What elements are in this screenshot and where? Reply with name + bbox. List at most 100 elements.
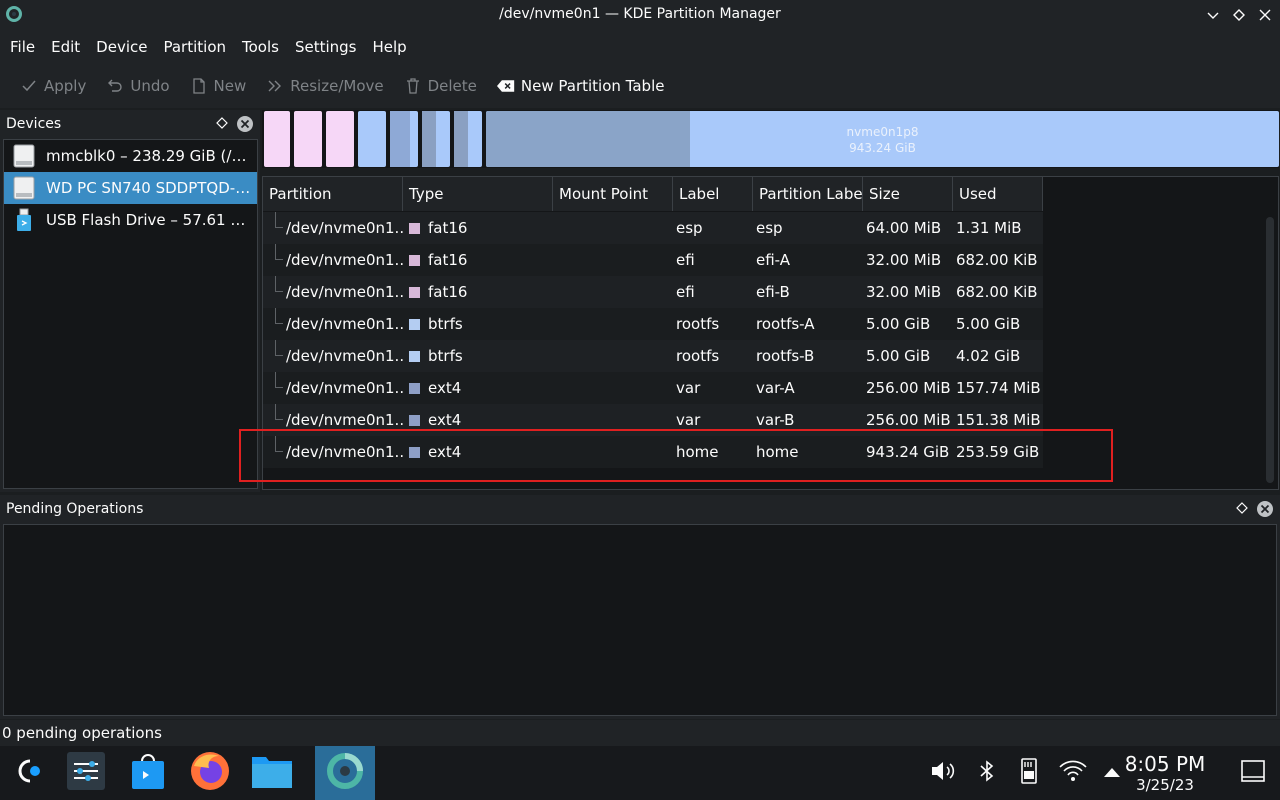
taskbar-partition-manager-app[interactable] xyxy=(315,746,375,800)
cell-partition-label: efi-B xyxy=(756,283,790,301)
close-panel-icon[interactable] xyxy=(236,115,254,133)
table-row[interactable]: /dev/nvme0n1... ext4 var var-A 256.00 Mi… xyxy=(263,372,1043,404)
cell-size: 32.00 MiB xyxy=(866,283,942,301)
taskbar-file-manager-app[interactable] xyxy=(242,746,302,800)
partition-segment-efi-a[interactable] xyxy=(294,111,322,167)
removable-devices-tray-button[interactable] xyxy=(1016,746,1042,800)
col-partition[interactable]: Partition xyxy=(263,177,403,211)
menu-settings[interactable]: Settings xyxy=(287,30,365,64)
close-button[interactable] xyxy=(1254,4,1276,26)
partition-segment-rootfs-b[interactable] xyxy=(390,111,418,167)
cell-size: 64.00 MiB xyxy=(866,219,942,237)
partition-segment-var-b[interactable] xyxy=(454,111,482,167)
float-panel-icon[interactable] xyxy=(214,115,230,131)
type-color-swatch xyxy=(409,351,420,362)
taskbar-discover-app[interactable] xyxy=(118,746,178,800)
cell-size: 5.00 GiB xyxy=(866,347,931,365)
bluetooth-tray-button[interactable] xyxy=(974,746,1000,800)
float-panel-icon[interactable] xyxy=(1234,500,1250,516)
clock[interactable]: 8:05 PM 3/25/23 xyxy=(1110,752,1220,794)
cell-mount xyxy=(553,340,673,372)
show-desktop-button[interactable] xyxy=(1236,746,1270,800)
type-color-swatch xyxy=(409,319,420,330)
device-item-mmcblk0[interactable]: mmcblk0 – 238.29 GiB (/dev/mmcblk0) xyxy=(4,140,257,172)
devices-list: mmcblk0 – 238.29 GiB (/dev/mmcblk0) WD P… xyxy=(3,139,258,489)
partition-segment-esp[interactable] xyxy=(264,111,290,167)
folder-icon xyxy=(251,753,293,793)
close-panel-icon[interactable] xyxy=(1256,500,1274,518)
cell-label: esp xyxy=(676,219,703,237)
col-mount-point[interactable]: Mount Point xyxy=(553,177,673,211)
cell-size: 5.00 GiB xyxy=(866,315,931,333)
cell-type: ext4 xyxy=(428,379,462,397)
cell-partition: /dev/nvme0n1... xyxy=(286,347,403,365)
show-desktop-icon xyxy=(1240,759,1266,787)
table-row[interactable]: /dev/nvme0n1... fat16 esp esp 64.00 MiB … xyxy=(263,212,1043,244)
menu-partition[interactable]: Partition xyxy=(155,30,234,64)
network-tray-button[interactable] xyxy=(1056,746,1090,800)
table-scrollbar[interactable] xyxy=(1266,217,1274,483)
steam-launcher-button[interactable] xyxy=(0,746,60,800)
clock-time: 8:05 PM xyxy=(1124,752,1206,776)
menu-edit[interactable]: Edit xyxy=(43,30,88,64)
volume-tray-button[interactable] xyxy=(928,746,958,800)
cell-label: rootfs xyxy=(676,347,720,365)
new-button[interactable]: New xyxy=(182,70,255,102)
menu-device[interactable]: Device xyxy=(88,30,155,64)
partition-map: nvme0n1p8 943.24 GiB xyxy=(262,110,1279,168)
cell-used: 5.00 GiB xyxy=(956,315,1021,333)
col-partition-label[interactable]: Partition Labe xyxy=(753,177,863,211)
drive-harddisk-icon xyxy=(12,176,36,200)
table-row[interactable]: /dev/nvme0n1... fat16 efi efi-B 32.00 Mi… xyxy=(263,276,1043,308)
steam-deck-icon xyxy=(17,758,43,788)
firefox-icon xyxy=(189,750,231,796)
resize-move-button[interactable]: Resize/Move xyxy=(258,70,391,102)
menu-file[interactable]: File xyxy=(2,30,43,64)
title-bar: /dev/nvme0n1 — KDE Partition Manager xyxy=(0,0,1280,30)
device-item-nvme0n1[interactable]: WD PC SN740 SDDPTQD-1T00 – 953.87 GiB (/… xyxy=(4,172,257,204)
cell-mount xyxy=(553,276,673,308)
cell-partition: /dev/nvme0n1... xyxy=(286,219,403,237)
cell-used: 682.00 KiB xyxy=(956,283,1038,301)
cell-partition-label: rootfs-B xyxy=(756,347,815,365)
new-partition-table-button[interactable]: New Partition Table xyxy=(489,70,673,102)
col-used[interactable]: Used xyxy=(953,177,1043,211)
cell-used: 682.00 KiB xyxy=(956,251,1038,269)
table-row[interactable]: /dev/nvme0n1... btrfs rootfs rootfs-A 5.… xyxy=(263,308,1043,340)
menu-help[interactable]: Help xyxy=(364,30,414,64)
partition-segment-rootfs-a[interactable] xyxy=(358,111,386,167)
partition-map-size: 943.24 GiB xyxy=(849,141,916,155)
taskbar-settings-app[interactable] xyxy=(56,746,116,800)
highlight-box xyxy=(239,429,1113,482)
cell-partition: /dev/nvme0n1... xyxy=(286,283,403,301)
table-row[interactable]: /dev/nvme0n1... btrfs rootfs rootfs-B 5.… xyxy=(263,340,1043,372)
minimize-button[interactable] xyxy=(1202,4,1224,26)
col-type[interactable]: Type xyxy=(403,177,553,211)
partition-segment-home[interactable]: nvme0n1p8 943.24 GiB xyxy=(486,111,1279,167)
pending-operations-panel: Pending Operations xyxy=(0,495,1280,719)
status-text: 0 pending operations xyxy=(2,724,162,742)
partition-manager-icon xyxy=(326,752,364,794)
menu-tools[interactable]: Tools xyxy=(234,30,287,64)
devices-panel-header: Devices xyxy=(0,110,260,138)
table-header: Partition Type Mount Point Label Partiti… xyxy=(263,177,1043,211)
cell-size: 32.00 MiB xyxy=(866,251,942,269)
clear-table-icon xyxy=(496,77,515,95)
col-label[interactable]: Label xyxy=(673,177,753,211)
partition-segment-var-a[interactable] xyxy=(422,111,450,167)
pending-operations-list xyxy=(3,524,1277,716)
bluetooth-icon xyxy=(979,759,995,787)
taskbar-firefox-app[interactable] xyxy=(180,746,240,800)
apply-button[interactable]: Apply xyxy=(12,70,94,102)
undo-button[interactable]: Undo xyxy=(98,70,177,102)
pending-panel-title: Pending Operations xyxy=(6,501,144,517)
maximize-button[interactable] xyxy=(1228,4,1250,26)
cell-partition: /dev/nvme0n1... xyxy=(286,251,403,269)
col-size[interactable]: Size xyxy=(863,177,953,211)
drive-harddisk-icon xyxy=(12,144,36,168)
partition-segment-efi-b[interactable] xyxy=(326,111,354,167)
table-row[interactable]: /dev/nvme0n1... fat16 efi efi-A 32.00 Mi… xyxy=(263,244,1043,276)
type-color-swatch xyxy=(409,287,420,298)
device-item-usb-flash[interactable]: USB Flash Drive – 57.61 GiB (/dev/sda) xyxy=(4,204,257,236)
delete-button[interactable]: Delete xyxy=(396,70,485,102)
